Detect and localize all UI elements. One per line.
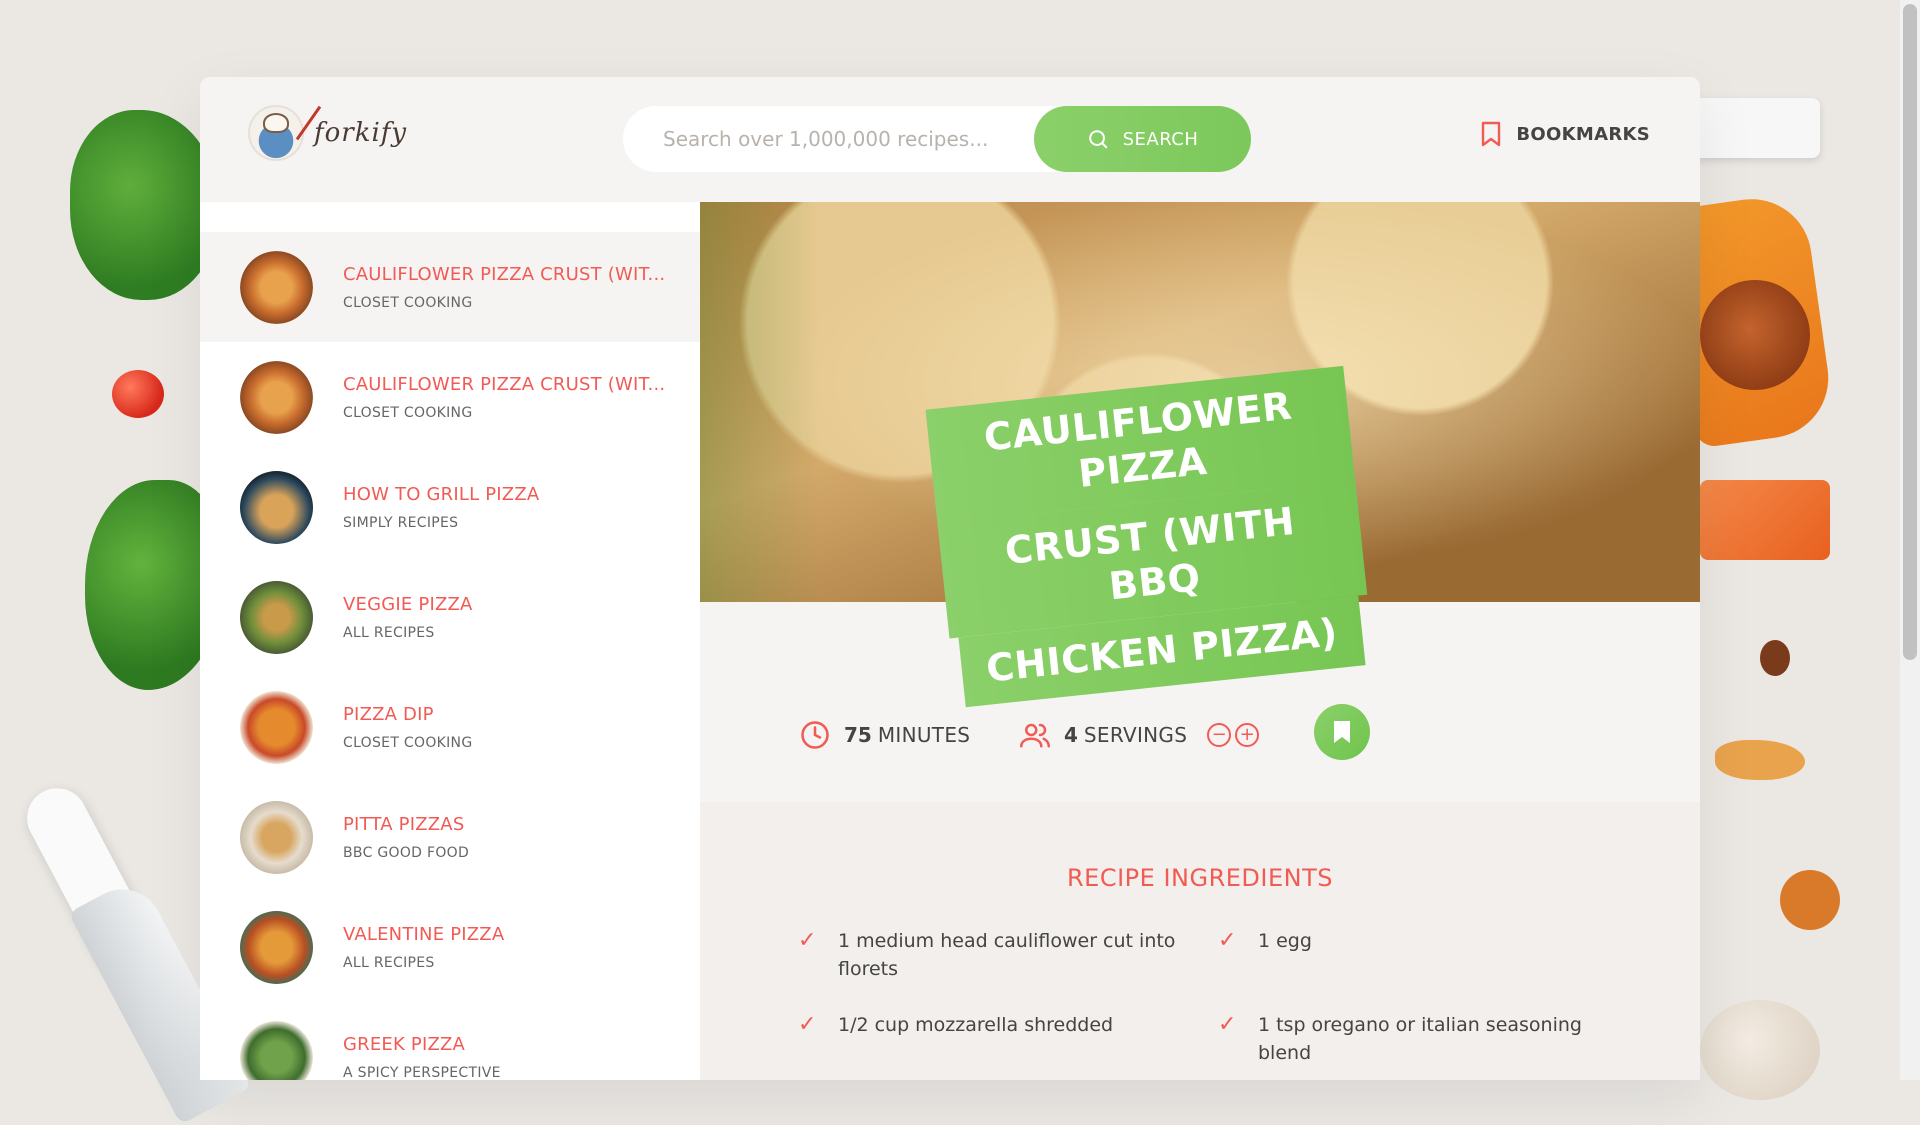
decrease-servings-button[interactable]: − xyxy=(1207,723,1232,747)
result-publisher: ALL RECIPES xyxy=(343,954,435,971)
ingredient-item: ✓ 1 medium head cauliflower cut into flor… xyxy=(798,927,1218,983)
result-item[interactable]: VALENTINE PIZZA ALL RECIPES xyxy=(200,892,700,1002)
servings-controls: − + xyxy=(1207,723,1260,747)
background-greens xyxy=(70,110,220,300)
bookmark-icon xyxy=(1334,721,1350,743)
result-title: PIZZA DIP xyxy=(343,703,434,725)
recipe-servings: 4 SERVINGS − + xyxy=(1020,720,1260,750)
result-publisher: CLOSET COOKING xyxy=(343,734,473,751)
app-container: forkify SEARCH BOOKMARKS CAULIFLOWER PIZ… xyxy=(200,77,1700,1080)
clock-icon xyxy=(801,721,829,749)
result-thumbnail xyxy=(240,1020,313,1080)
ingredient-quantity: 1 xyxy=(1258,930,1271,952)
header: forkify SEARCH BOOKMARKS xyxy=(200,77,1700,202)
search-button-label: SEARCH xyxy=(1122,128,1199,150)
search-form: SEARCH xyxy=(623,106,1251,172)
logo-text: forkify xyxy=(314,118,408,148)
result-thumbnail xyxy=(240,580,313,654)
result-item[interactable]: CAULIFLOWER PIZZA CRUST (WIT... CLOSET CO… xyxy=(200,232,700,342)
result-item[interactable]: PIZZA DIP CLOSET COOKING xyxy=(200,672,700,782)
recipe-panel: CAULIFLOWER PIZZA CRUST (WITH BBQ CHICKE… xyxy=(700,202,1700,1080)
ingredient-quantity: 1 xyxy=(1258,1014,1271,1036)
recipe-details: 75 MINUTES 4 SERVINGS − + xyxy=(700,692,1700,778)
result-item[interactable]: VEGGIE PIZZA ALL RECIPES xyxy=(200,562,700,672)
ingredient-item: ✓ 1 egg xyxy=(1218,927,1618,983)
background-shell xyxy=(1715,740,1805,780)
ingredient-description: egg xyxy=(1276,930,1312,952)
result-title: VALENTINE PIZZA xyxy=(343,923,505,945)
cook-time-label: MINUTES xyxy=(877,723,971,747)
result-title: CAULIFLOWER PIZZA CRUST (WIT... xyxy=(343,373,666,395)
result-title: GREEK PIZZA xyxy=(343,1033,466,1055)
bookmark-icon xyxy=(1482,121,1501,147)
logo[interactable]: forkify xyxy=(248,105,407,161)
result-publisher: CLOSET COOKING xyxy=(343,294,473,311)
background-pill-box xyxy=(1680,98,1820,158)
servings-value: 4 xyxy=(1064,723,1078,747)
result-publisher: BBC GOOD FOOD xyxy=(343,844,470,861)
logo-bowl-icon xyxy=(248,105,304,161)
background-tomato xyxy=(112,370,164,418)
recipe-cook-time: 75 MINUTES xyxy=(800,720,970,750)
search-results: CAULIFLOWER PIZZA CRUST (WIT... CLOSET CO… xyxy=(200,202,700,1080)
check-icon: ✓ xyxy=(798,928,817,953)
result-title: PITTA PIZZAS xyxy=(343,813,465,835)
background-egg xyxy=(1700,1000,1820,1100)
recipe-title: CAULIFLOWER PIZZA CRUST (WITH BBQ CHICKE… xyxy=(925,365,1374,708)
ingredient-description: medium head cauliflower cut into florets xyxy=(838,930,1176,980)
ingredient-item: ✓ 1/2 cup mozzarella shredded xyxy=(798,1011,1218,1067)
result-thumbnail xyxy=(240,470,313,544)
page-scrollbar[interactable] xyxy=(1900,0,1920,1080)
result-publisher: SIMPLY RECIPES xyxy=(343,514,459,531)
result-thumbnail xyxy=(240,800,313,874)
result-thumbnail xyxy=(240,690,313,764)
background-nut xyxy=(1760,640,1790,676)
result-publisher: A SPICY PERSPECTIVE xyxy=(343,1064,501,1081)
result-title: CAULIFLOWER PIZZA CRUST (WIT... xyxy=(343,263,666,285)
background-pieces xyxy=(1780,870,1840,930)
cook-time-value: 75 xyxy=(844,723,872,747)
ingredients-list: ✓ 1 medium head cauliflower cut into flor… xyxy=(798,927,1618,1067)
search-button[interactable]: SEARCH xyxy=(1034,106,1251,172)
result-thumbnail xyxy=(240,910,313,984)
search-icon xyxy=(1088,130,1107,149)
bookmark-recipe-button[interactable] xyxy=(1314,704,1370,760)
ingredients-title: RECIPE INGREDIENTS xyxy=(1067,864,1333,892)
page-scrollbar-thumb[interactable] xyxy=(1903,4,1917,660)
ingredients-section: RECIPE INGREDIENTS ✓ 1 medium head caulif… xyxy=(700,802,1700,1080)
ingredient-quantity: 1/2 xyxy=(838,1014,869,1036)
result-publisher: CLOSET COOKING xyxy=(343,404,473,421)
bookmarks-label: BOOKMARKS xyxy=(1516,123,1650,145)
check-icon: ✓ xyxy=(798,1012,817,1037)
result-thumbnail xyxy=(240,250,313,324)
result-item[interactable]: HOW TO GRILL PIZZA SIMPLY RECIPES xyxy=(200,452,700,562)
result-item[interactable]: PITTA PIZZAS BBC GOOD FOOD xyxy=(200,782,700,892)
result-publisher: ALL RECIPES xyxy=(343,624,435,641)
ingredient-quantity: 1 xyxy=(838,930,851,952)
result-thumbnail xyxy=(240,360,313,434)
bookmarks-button[interactable]: BOOKMARKS xyxy=(1480,121,1650,147)
result-item[interactable]: GREEK PIZZA A SPICY PERSPECTIVE xyxy=(200,1002,700,1080)
background-salmon xyxy=(1700,480,1830,560)
result-title: HOW TO GRILL PIZZA xyxy=(343,483,540,505)
increase-servings-button[interactable]: + xyxy=(1235,723,1260,747)
users-icon xyxy=(1020,723,1050,748)
result-item[interactable]: CAULIFLOWER PIZZA CRUST (WIT... CLOSET CO… xyxy=(200,342,700,452)
plus-circle-icon: + xyxy=(1239,724,1255,745)
ingredient-description: cup mozzarella shredded xyxy=(874,1014,1114,1036)
result-title: VEGGIE PIZZA xyxy=(343,593,473,615)
minus-circle-icon: − xyxy=(1211,724,1227,745)
check-icon: ✓ xyxy=(1218,928,1237,953)
search-input[interactable] xyxy=(661,126,1035,152)
servings-label: SERVINGS xyxy=(1083,723,1188,747)
ingredient-item: ✓ 1 tsp oregano or italian seasoning blen… xyxy=(1218,1011,1618,1067)
ingredient-description: tsp oregano or italian seasoning blend xyxy=(1258,1014,1582,1064)
check-icon: ✓ xyxy=(1218,1012,1237,1037)
background-spice xyxy=(1700,280,1810,390)
